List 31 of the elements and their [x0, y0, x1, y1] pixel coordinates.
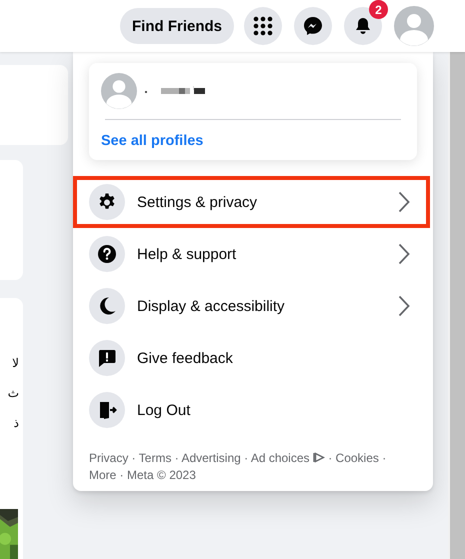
chevron-icon — [398, 191, 410, 213]
notification-badge: 2 — [369, 0, 388, 19]
feedback-icon — [89, 340, 125, 376]
menu-item[interactable]: Settings & privacy — [73, 176, 430, 228]
menu-item-label: Help & support — [137, 246, 238, 262]
chevron-icon — [398, 243, 410, 265]
menu-item-label: Give feedback — [137, 350, 234, 366]
menu-item[interactable]: Display & accessibility — [73, 280, 430, 332]
moon-icon — [89, 288, 125, 324]
menu-item[interactable]: Give feedback — [73, 332, 430, 384]
menu-item[interactable]: Log Out — [73, 384, 430, 436]
notifications-icon[interactable] — [344, 7, 382, 45]
menu-item-label: Display & accessibility — [137, 298, 286, 314]
scrollbar[interactable] — [448, 52, 465, 559]
post-text: ث — [8, 386, 19, 400]
redacted-name — [145, 86, 205, 96]
messenger-icon[interactable] — [294, 7, 332, 45]
find-friends-button[interactable]: Find Friends — [120, 8, 234, 44]
see-all-profiles-link[interactable]: See all profiles — [101, 133, 204, 149]
chevron-icon — [398, 295, 410, 317]
footer-links: Privacy · Terms · Advertising · Ad choices · Cookies · More · Meta © 2023 — [89, 450, 388, 483]
settings-icon — [89, 184, 125, 220]
menu-item-label: Settings & privacy — [137, 194, 258, 210]
help-icon — [89, 236, 125, 272]
menu-item-label: Log Out — [137, 402, 192, 418]
log-out-icon — [89, 392, 125, 428]
post-text: ذ — [14, 416, 19, 430]
profile-avatar — [101, 73, 137, 109]
menu-icon[interactable] — [244, 7, 282, 45]
post-text: لا — [12, 356, 19, 370]
menu-item[interactable]: Help & support — [73, 228, 430, 280]
